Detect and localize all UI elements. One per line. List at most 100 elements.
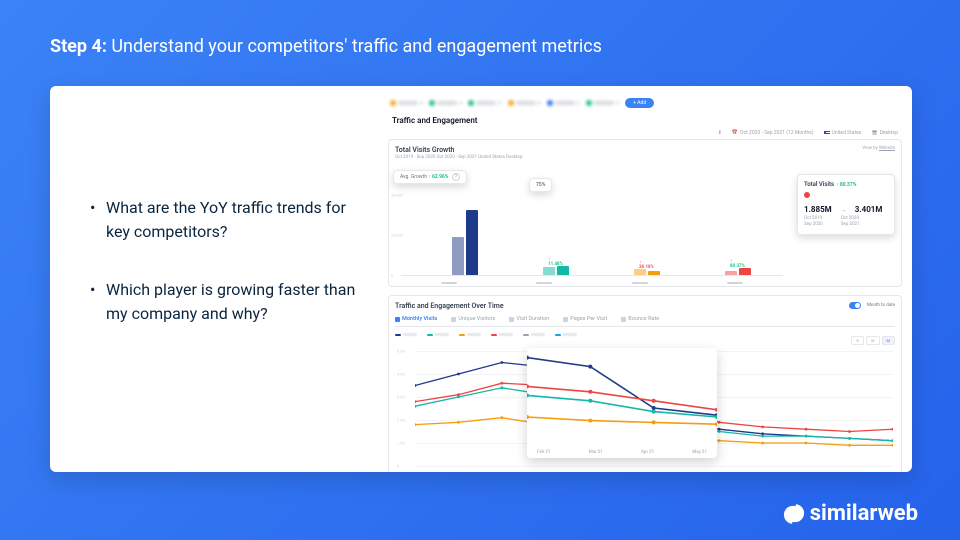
close-icon[interactable]: × xyxy=(459,100,462,107)
gran-week[interactable]: W xyxy=(866,336,880,345)
legend-label xyxy=(467,333,481,336)
legend-swatch-icon xyxy=(523,334,529,336)
bar xyxy=(725,271,737,275)
dashboard-screenshot: × × × × × × + Add Traffic and Engagement… xyxy=(388,86,912,472)
bar xyxy=(557,266,569,275)
toggle-label: Month to date xyxy=(867,303,895,308)
bounce-icon xyxy=(621,317,626,322)
total-visits-growth-panel: Total Visits Growth Oct 2019 - Sep 2020 … xyxy=(388,139,902,287)
metric-tabs: Monthly Visits Unique Visitors Visit Dur… xyxy=(395,316,895,327)
bar xyxy=(466,210,478,275)
add-competitor-button[interactable]: + Add xyxy=(625,98,654,108)
competitor-chip[interactable]: × xyxy=(586,100,619,107)
legend-label xyxy=(531,333,545,336)
content-card: What are the YoY traffic trends for key … xyxy=(50,86,912,472)
view-by-selector[interactable]: View by Website xyxy=(862,146,895,151)
legend-item[interactable] xyxy=(491,333,513,336)
month-to-date-toggle[interactable] xyxy=(849,302,861,309)
brand-text: similarweb xyxy=(810,501,918,526)
competitor-chip[interactable]: × xyxy=(547,100,580,107)
legend-swatch-icon xyxy=(427,334,433,336)
tv-card-growth: ↑ 80.37% xyxy=(836,182,856,188)
clock-icon xyxy=(509,317,514,322)
filters-row: ⬇ 📅 Oct 2020 - Sep 2021 (12 Months) Unit… xyxy=(388,127,898,139)
legend-swatch-icon xyxy=(491,334,497,336)
avg-growth-tooltip: Avg. Growth ↑ 62.96% ? xyxy=(393,170,467,184)
competitor-chip[interactable]: × xyxy=(508,100,541,107)
legend-label xyxy=(403,333,417,336)
gran-day[interactable]: D xyxy=(851,336,864,345)
panel-title: Total Visits Growth xyxy=(395,146,895,154)
chart-legend xyxy=(395,333,895,336)
bar xyxy=(648,271,660,275)
arrow-right-icon: → xyxy=(840,206,847,214)
zoom-overlay-card: Feb 21 Mar 21 Apr 21 May 21 xyxy=(527,348,717,458)
close-icon[interactable]: × xyxy=(420,100,423,107)
tab-unique-visitors[interactable]: Unique Visitors xyxy=(451,316,495,322)
bar xyxy=(739,268,751,275)
step-label: Step 4: xyxy=(50,36,107,57)
user-icon xyxy=(451,317,456,322)
legend-label xyxy=(499,333,513,336)
competitor-chip[interactable]: × xyxy=(429,100,462,107)
tab-pages-per-visit[interactable]: Pages Per Visit xyxy=(563,316,607,322)
legend-item[interactable] xyxy=(523,333,545,336)
series-dot-icon xyxy=(804,192,810,198)
download-icon[interactable]: ⬇ xyxy=(718,130,722,136)
bar-group: ↑ 80.37% xyxy=(725,268,751,275)
close-icon[interactable]: × xyxy=(498,100,501,107)
close-icon[interactable]: × xyxy=(538,100,541,107)
close-icon[interactable]: × xyxy=(616,100,619,107)
step-title: Understand your competitors' traffic and… xyxy=(111,36,602,57)
competitor-chip[interactable]: × xyxy=(390,100,423,107)
tab-visit-duration[interactable]: Visit Duration xyxy=(509,316,549,322)
competitor-chip[interactable]: × xyxy=(468,100,501,107)
question-1: What are the YoY traffic trends for key … xyxy=(84,196,358,244)
date-range-selector[interactable]: 📅 Oct 2020 - Sep 2021 (12 Months) xyxy=(732,130,814,136)
total-visits-card: Total Visits↑ 80.37% 1.885M → 3.401M Oct… xyxy=(797,174,895,235)
legend-swatch-icon xyxy=(395,334,401,336)
legend-item[interactable] xyxy=(459,333,481,336)
legend-label xyxy=(435,333,449,336)
help-icon[interactable]: ? xyxy=(452,173,460,181)
legend-item[interactable] xyxy=(395,333,417,336)
bar-group xyxy=(452,210,478,275)
chart-icon xyxy=(395,317,400,322)
gran-month[interactable]: M xyxy=(882,336,896,345)
legend-label xyxy=(563,333,577,336)
pages-icon xyxy=(563,317,568,322)
bar-chart: 40,000 20,000 0 ↑ 11.48%↓ 36.18%↑ 80.37% xyxy=(401,186,783,276)
bar xyxy=(543,267,555,275)
slide-header: Step 4: Understand your competitors' tra… xyxy=(50,36,910,57)
bar-group: ↓ 36.18% xyxy=(634,269,660,275)
traffic-over-time-panel: Traffic and Engagement Over Time Month t… xyxy=(388,295,902,472)
close-icon[interactable]: × xyxy=(577,100,580,107)
growth-pct-label: ↑ 11.48% xyxy=(548,256,563,267)
similarweb-icon xyxy=(784,504,804,524)
legend-item[interactable] xyxy=(427,333,449,336)
tab-bounce-rate[interactable]: Bounce Rate xyxy=(621,316,659,322)
avg-growth-label: Avg. Growth xyxy=(400,174,427,180)
section-title: Traffic and Engagement xyxy=(392,116,902,125)
tv-from-value: 1.885M xyxy=(804,205,832,214)
country-selector[interactable]: United States xyxy=(824,130,862,136)
growth-pct-label: ↑ 80.37% xyxy=(730,258,745,269)
competitor-chip-bar: × × × × × × + Add xyxy=(388,94,902,112)
legend-item[interactable] xyxy=(555,333,577,336)
bar-group: ↑ 11.48% xyxy=(543,266,569,275)
bar xyxy=(452,237,464,275)
growth-pct-label: ↓ 36.18% xyxy=(639,259,654,270)
legend-swatch-icon xyxy=(555,334,561,336)
tv-card-title: Total Visits xyxy=(804,181,834,188)
granularity-buttons: D W M xyxy=(851,336,895,345)
questions-pane: What are the YoY traffic trends for key … xyxy=(50,86,388,472)
flag-us-icon xyxy=(824,131,830,135)
panel-subtext: Oct 2019 - Sep 2020 Oct 2020 - Sep 2021 … xyxy=(395,155,895,160)
brand-logo: similarweb xyxy=(784,501,918,526)
tv-to-value: 3.401M xyxy=(855,205,883,214)
question-2: Which player is growing faster than my c… xyxy=(84,278,358,326)
device-selector[interactable]: 🖥 Desktop xyxy=(871,130,898,136)
avg-growth-value: ↑ 62.96% xyxy=(428,174,448,180)
tab-monthly-visits[interactable]: Monthly Visits xyxy=(395,316,437,322)
panel-title: Traffic and Engagement Over Time xyxy=(395,302,895,310)
